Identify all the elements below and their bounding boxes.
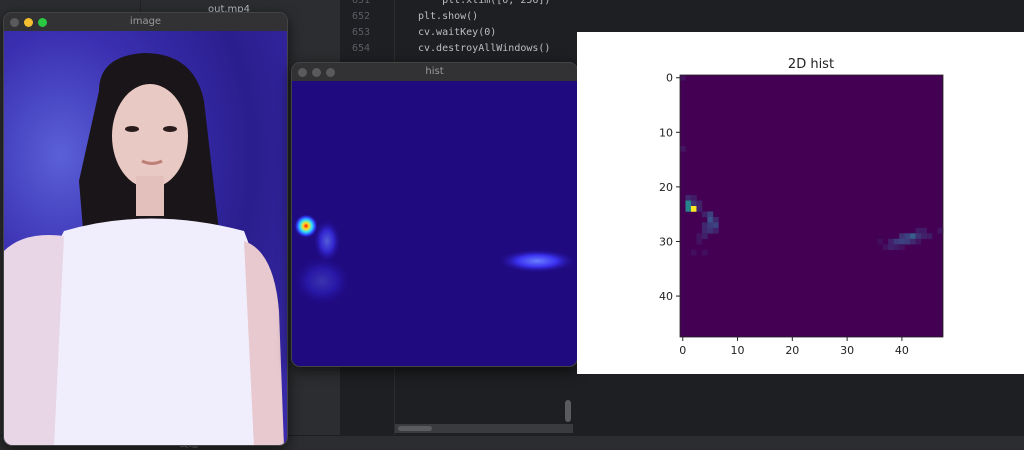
hist-titlebar[interactable]: hist [292, 63, 577, 81]
heatmap-cell [921, 227, 927, 234]
heatmap-cell [701, 227, 708, 234]
heatmap-cell [888, 244, 894, 250]
horizontal-scrollbar[interactable] [395, 424, 573, 433]
line-number: 652 [352, 11, 371, 22]
heatmap-cell [707, 216, 714, 223]
heatmap-cell [712, 227, 719, 234]
heatmap-cell [696, 238, 703, 245]
heatmap-cell [937, 227, 944, 234]
code-line[interactable]: plt.xlim([0, 256]) [418, 0, 550, 6]
y-tick-label: 40 [659, 290, 673, 303]
heatmap-cell [893, 244, 900, 250]
heatmap-cell [899, 238, 905, 245]
line-number: 653 [352, 27, 371, 38]
code-line[interactable]: cv.destroyAllWindows() [418, 43, 550, 54]
heatmap-cell [877, 238, 884, 245]
heatmap-cell [915, 233, 922, 240]
x-tick-label: 10 [731, 344, 745, 357]
heatmap-background [680, 75, 943, 337]
heatmap-cell [899, 244, 905, 250]
heatmap-cell [707, 211, 714, 218]
x-tick-label: 20 [785, 344, 799, 357]
heatmap-cell [696, 200, 703, 207]
image-window[interactable]: image [3, 12, 288, 446]
heatmap-cell [685, 200, 692, 207]
photo-portrait [4, 31, 287, 445]
heatmap-cell [888, 238, 894, 245]
heatmap-cell [701, 222, 708, 229]
window-title: hist [425, 66, 444, 77]
hist-image [292, 81, 577, 366]
heatmap-chart: 2D hist 0 10 20 30 40 0 10 20 30 40 [659, 57, 944, 357]
matplotlib-figure: 2D hist 0 10 20 30 40 0 10 20 30 40 [577, 32, 1024, 374]
heatmap-cell [696, 233, 703, 240]
x-tick-label: 0 [679, 344, 686, 357]
heatmap-cell [690, 249, 697, 256]
heatmap-cell [926, 233, 933, 240]
line-number: 651 [352, 0, 371, 6]
heatmap-cell [690, 206, 697, 212]
y-tick-label: 10 [659, 126, 673, 139]
heatmap-cell [712, 216, 719, 223]
window-title: image [129, 16, 162, 27]
hist-window[interactable]: hist [291, 62, 578, 367]
heatmap-cell [701, 233, 708, 240]
heatmap-cell [915, 238, 922, 245]
y-tick-label: 30 [659, 235, 673, 248]
heatmap-cell [680, 145, 686, 152]
chart-title: 2D hist [788, 57, 834, 72]
x-tick-label: 40 [895, 344, 909, 357]
heatmap-cell [910, 233, 916, 240]
heatmap-cell [899, 233, 905, 240]
image-titlebar[interactable]: image [4, 13, 287, 31]
heatmap-cell [904, 233, 911, 240]
scroll-thumb[interactable] [398, 426, 432, 431]
code-line[interactable]: plt.show() [418, 11, 478, 22]
heatmap-cell [680, 75, 686, 81]
heatmap-cell [921, 233, 927, 240]
heatmap-cell [904, 238, 911, 245]
heatmap-cell [685, 206, 692, 212]
heatmap-cell [701, 211, 708, 218]
heatmap-cell [707, 227, 714, 234]
line-number: 654 [352, 43, 371, 54]
heatmap-cell [707, 222, 714, 229]
heatmap-cell [910, 238, 916, 245]
heatmap-cell [893, 238, 900, 245]
heatmap-cell [701, 249, 708, 256]
heatmap-cell [915, 227, 922, 234]
heatmap-cell [882, 244, 889, 250]
heatmap-cell [685, 195, 692, 201]
y-tick-label: 0 [666, 72, 673, 85]
heatmap-cell [712, 222, 719, 229]
heatmap-cell [690, 200, 697, 207]
heatmap-cell [696, 206, 703, 212]
x-tick-label: 30 [840, 344, 854, 357]
vertical-scrollbar[interactable] [565, 400, 571, 422]
heatmap-cell [690, 195, 697, 201]
y-tick-label: 20 [659, 181, 673, 194]
code-line[interactable]: cv.waitKey(0) [418, 27, 496, 38]
